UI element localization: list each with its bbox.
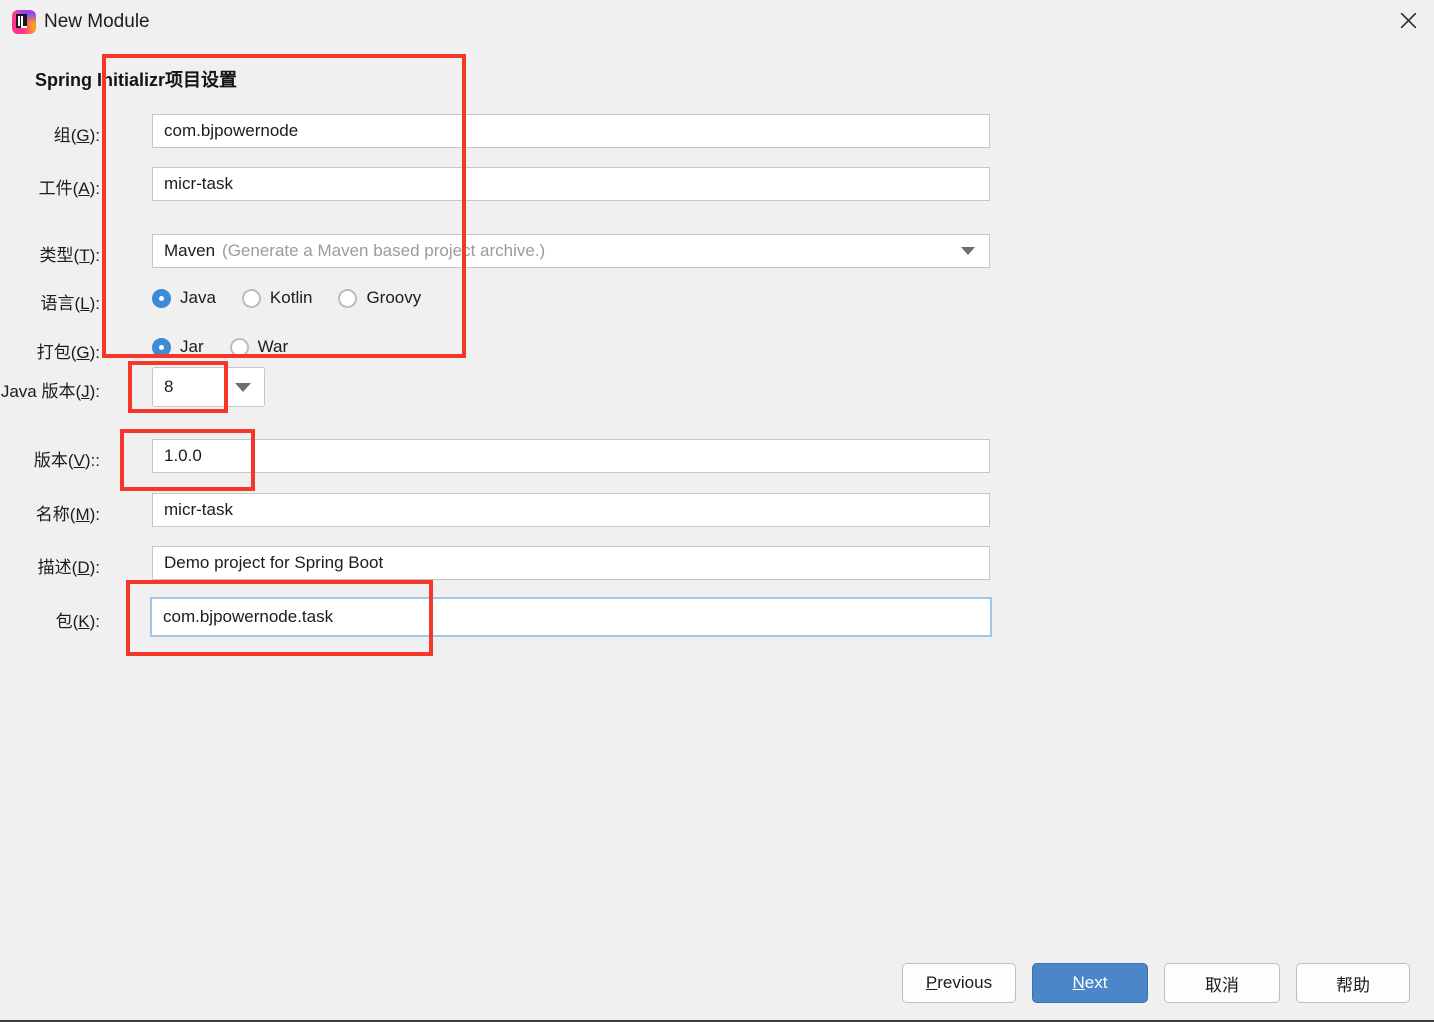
label-language: 语言(L): <box>40 294 100 313</box>
row-version: 版本(V):: 1.0.0 <box>0 439 1434 473</box>
type-dropdown-hint: (Generate a Maven based project archive.… <box>222 241 546 260</box>
row-name: 名称(M): micr-task <box>0 493 1434 527</box>
row-artifact: 工件(A): micr-task <box>0 167 1434 201</box>
label-description: 描述(D): <box>37 558 100 577</box>
radio-language-kotlin[interactable]: Kotlin <box>241 288 312 308</box>
row-group: 组(G): com.bjpowernode <box>0 114 1434 148</box>
java-version-value: 8 <box>164 377 174 396</box>
row-language: 语言(L): Java Kotlin Groovy <box>0 285 1434 313</box>
version-input[interactable]: 1.0.0 <box>152 439 990 473</box>
packaging-radio-group: Jar War <box>152 337 314 357</box>
radio-packaging-war[interactable]: War <box>229 337 288 357</box>
label-name: 名称(M): <box>35 505 100 524</box>
row-description: 描述(D): Demo project for Spring Boot <box>0 546 1434 580</box>
type-dropdown-value: Maven <box>164 241 216 260</box>
radio-dot-icon <box>338 288 358 308</box>
next-button[interactable]: Next <box>1032 963 1148 1003</box>
java-version-dropdown[interactable]: 8 <box>152 367 265 407</box>
dialog-footer: Previous Next 取消 帮助 <box>0 948 1434 1020</box>
help-button[interactable]: 帮助 <box>1296 963 1410 1003</box>
package-input[interactable]: com.bjpowernode.task <box>152 599 990 635</box>
label-package: 包(K): <box>55 612 100 631</box>
label-packaging: 打包(G): <box>36 343 100 362</box>
label-group: 组(G): <box>53 126 100 145</box>
chevron-down-icon <box>961 247 975 255</box>
intellij-idea-icon <box>12 10 36 34</box>
radio-dot-icon <box>152 288 171 308</box>
radio-language-java[interactable]: Java <box>152 288 216 308</box>
description-input[interactable]: Demo project for Spring Boot <box>152 546 990 580</box>
chevron-down-icon[interactable] <box>222 368 264 406</box>
label-java-version: Java 版本(J): <box>0 382 100 401</box>
label-artifact: 工件(A): <box>38 179 100 198</box>
language-radio-group: Java Kotlin Groovy <box>152 288 447 308</box>
radio-language-groovy[interactable]: Groovy <box>338 288 421 308</box>
radio-dot-icon <box>152 337 171 357</box>
group-input[interactable]: com.bjpowernode <box>152 114 990 148</box>
new-module-dialog: New Module Spring Initializr项目设置 组(G): c… <box>0 0 1434 1022</box>
page-title: Spring Initializr项目设置 <box>35 70 238 90</box>
radio-dot-icon <box>241 288 261 308</box>
artifact-input[interactable]: micr-task <box>152 167 990 201</box>
row-package: 包(K): com.bjpowernode.task <box>0 599 1434 635</box>
cancel-button[interactable]: 取消 <box>1164 963 1280 1003</box>
close-icon[interactable] <box>1382 0 1434 40</box>
radio-dot-icon <box>229 337 249 357</box>
name-input[interactable]: micr-task <box>152 493 990 527</box>
label-type: 类型(T): <box>39 246 100 265</box>
type-dropdown[interactable]: Maven (Generate a Maven based project ar… <box>152 234 990 268</box>
previous-button[interactable]: Previous <box>902 963 1016 1003</box>
row-java-version: Java 版本(J): 8 <box>0 367 1434 407</box>
row-type: 类型(T): Maven (Generate a Maven based pro… <box>0 234 1434 268</box>
radio-packaging-jar[interactable]: Jar <box>152 337 204 357</box>
title-bar: New Module <box>0 0 1434 44</box>
row-packaging: 打包(G): Jar War <box>0 334 1434 362</box>
label-version: 版本(V):: <box>33 451 100 470</box>
window-title: New Module <box>44 11 150 32</box>
